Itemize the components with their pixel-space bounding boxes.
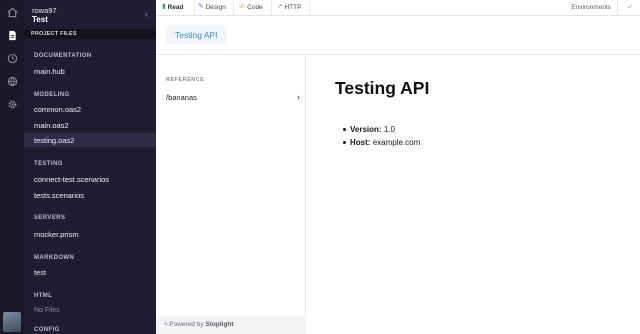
history-icon[interactable] — [6, 52, 18, 64]
file-test[interactable]: test — [24, 265, 156, 279]
code-icon: ‹/› — [239, 3, 246, 10]
reference-nav: REFERENCE /bananas › ϟ Powered by Stopli… — [156, 56, 306, 334]
send-icon: ➚ — [277, 3, 283, 10]
meta-host-value: example.com — [372, 138, 421, 147]
file-main-oas2[interactable]: main.oas2 — [24, 118, 156, 132]
meta-version: Version: 1.0 — [342, 125, 420, 138]
globe-icon[interactable] — [6, 75, 18, 87]
toolbar-divider — [617, 0, 618, 15]
icon-rail — [0, 0, 24, 334]
api-header: Testing API — [156, 16, 640, 55]
tab-code-label: Code — [247, 4, 263, 11]
file-testing-oas2[interactable]: testing.oas2 — [24, 133, 156, 147]
no-files-text: No Files — [34, 307, 60, 314]
section-markdown: MARKDOWN — [34, 255, 75, 261]
section-documentation: DOCUMENTATION — [34, 53, 92, 59]
page-title: Testing API — [335, 78, 430, 98]
meta-host: Host: example.com — [342, 138, 421, 151]
section-modeling: MODELING — [34, 92, 70, 98]
file-tests-scenarios[interactable]: tests.scenarios — [24, 188, 156, 202]
section-testing: TESTING — [34, 161, 63, 167]
powered-by-footer[interactable]: ϟ Powered by Stoplight — [156, 316, 306, 334]
book-icon: ▮ — [162, 3, 166, 10]
project-owner: rowa97 — [32, 6, 57, 15]
section-config: CONFIG — [34, 327, 60, 333]
environments-dropdown[interactable]: Environments — [571, 4, 611, 11]
collapse-sidebar-icon[interactable]: ‹ — [145, 9, 148, 19]
file-common-oas2[interactable]: common.oas2 — [24, 102, 156, 116]
project-sidebar: rowa97 Test ‹ PROJECT FILES DOCUMENTATIO… — [24, 0, 156, 334]
file-main-hub[interactable]: main.hub — [24, 64, 156, 78]
file-mocker-prism[interactable]: mocker.prism — [24, 227, 156, 241]
tab-read-label: Read — [167, 4, 184, 11]
document-view: Testing API Version: 1.0 Host: example.c… — [306, 56, 640, 334]
section-servers: SERVERS — [34, 215, 66, 221]
project-files-header: PROJECT FILES — [24, 29, 156, 39]
section-html: HTML — [34, 293, 53, 299]
settings-icon[interactable] — [6, 98, 18, 110]
view-toolbar: ▮ Read ✎ Design ‹/› Code ➚ HTTP Environm… — [156, 0, 640, 16]
tab-design-label: Design — [205, 4, 226, 11]
tab-code[interactable]: ‹/› Code — [235, 0, 272, 15]
api-title-pill[interactable]: Testing API — [166, 26, 227, 44]
tab-http[interactable]: ➚ HTTP — [273, 0, 310, 15]
meta-host-key: Host: — [350, 138, 371, 147]
chevron-right-icon: › — [297, 92, 300, 102]
avatar[interactable] — [3, 312, 21, 332]
tab-http-label: HTTP — [284, 4, 302, 11]
tab-read[interactable]: ▮ Read — [162, 0, 195, 15]
powered-prefix: Powered by — [169, 321, 204, 328]
meta-version-key: Version: — [350, 125, 382, 134]
reference-label: REFERENCE — [166, 77, 205, 83]
bolt-icon: ϟ — [164, 321, 168, 328]
check-icon[interactable]: ✓ — [627, 3, 633, 11]
home-icon[interactable] — [6, 6, 18, 18]
tab-design[interactable]: ✎ Design — [196, 0, 234, 15]
api-meta-list: Version: 1.0 Host: example.com — [342, 125, 421, 151]
app-window: rowa97 Test ‹ PROJECT FILES DOCUMENTATIO… — [0, 0, 640, 334]
meta-version-value: 1.0 — [383, 125, 395, 134]
reference-item-bananas[interactable]: /bananas › — [166, 92, 300, 105]
document-icon[interactable] — [6, 29, 18, 41]
powered-brand: Stoplight — [205, 321, 234, 328]
file-connect-test-scenarios[interactable]: connect-test.scenarios — [24, 172, 156, 186]
reference-item-label: /bananas — [166, 93, 197, 102]
project-name: Test — [32, 15, 48, 24]
pencil-icon: ✎ — [198, 3, 204, 10]
